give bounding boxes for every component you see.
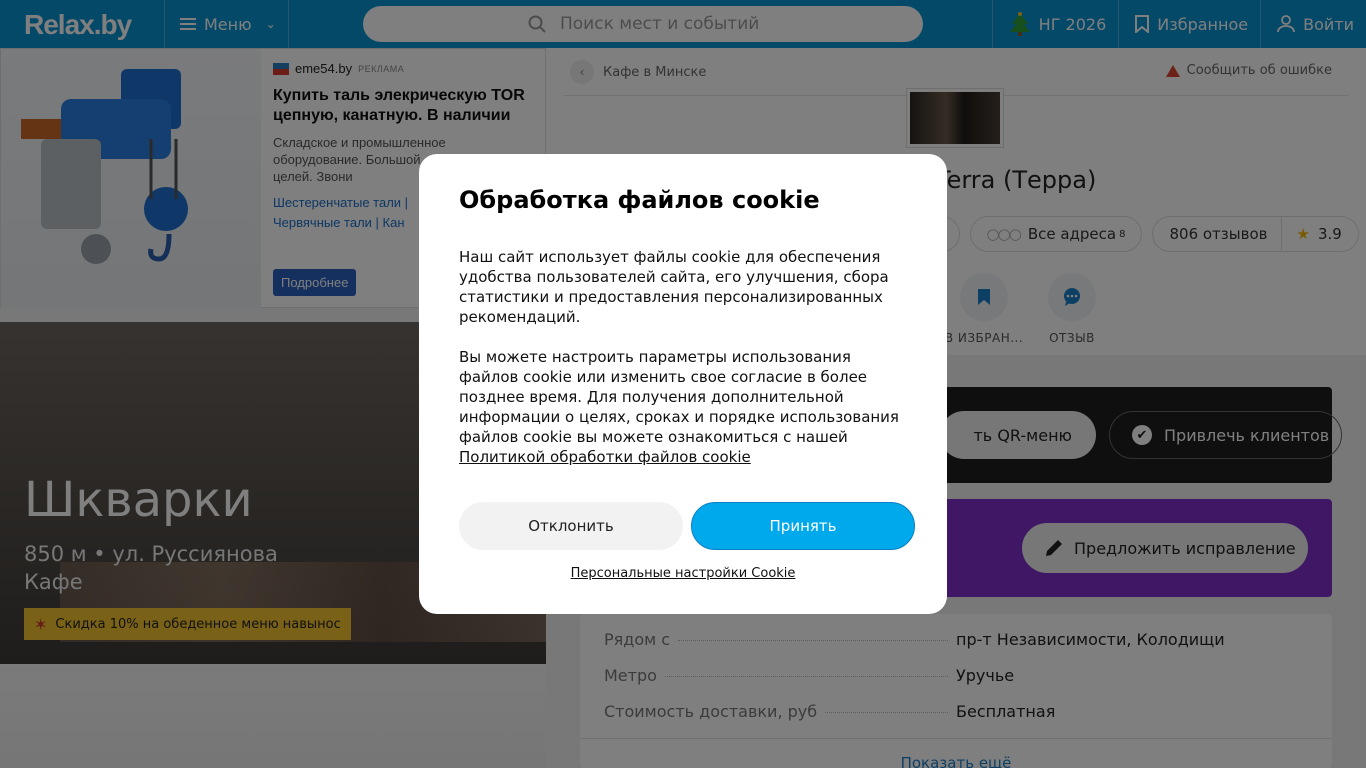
cookie-dialog: Обработка файлов cookie Наш сайт использ…	[419, 154, 947, 614]
cookie-text-2: Вы можете настроить параметры использова…	[459, 347, 907, 467]
cookie-text-2-body: Вы можете настроить параметры использова…	[459, 348, 899, 446]
cookie-title: Обработка файлов cookie	[459, 186, 820, 214]
cookie-settings-link[interactable]: Персональные настройки Cookie	[419, 566, 947, 581]
cookie-text-1: Наш сайт использует файлы cookie для обе…	[459, 248, 889, 326]
cookie-policy-link[interactable]: Политикой обработки файлов cookie	[459, 448, 751, 466]
decline-button[interactable]: Отклонить	[459, 502, 683, 550]
accept-button[interactable]: Принять	[691, 502, 915, 550]
